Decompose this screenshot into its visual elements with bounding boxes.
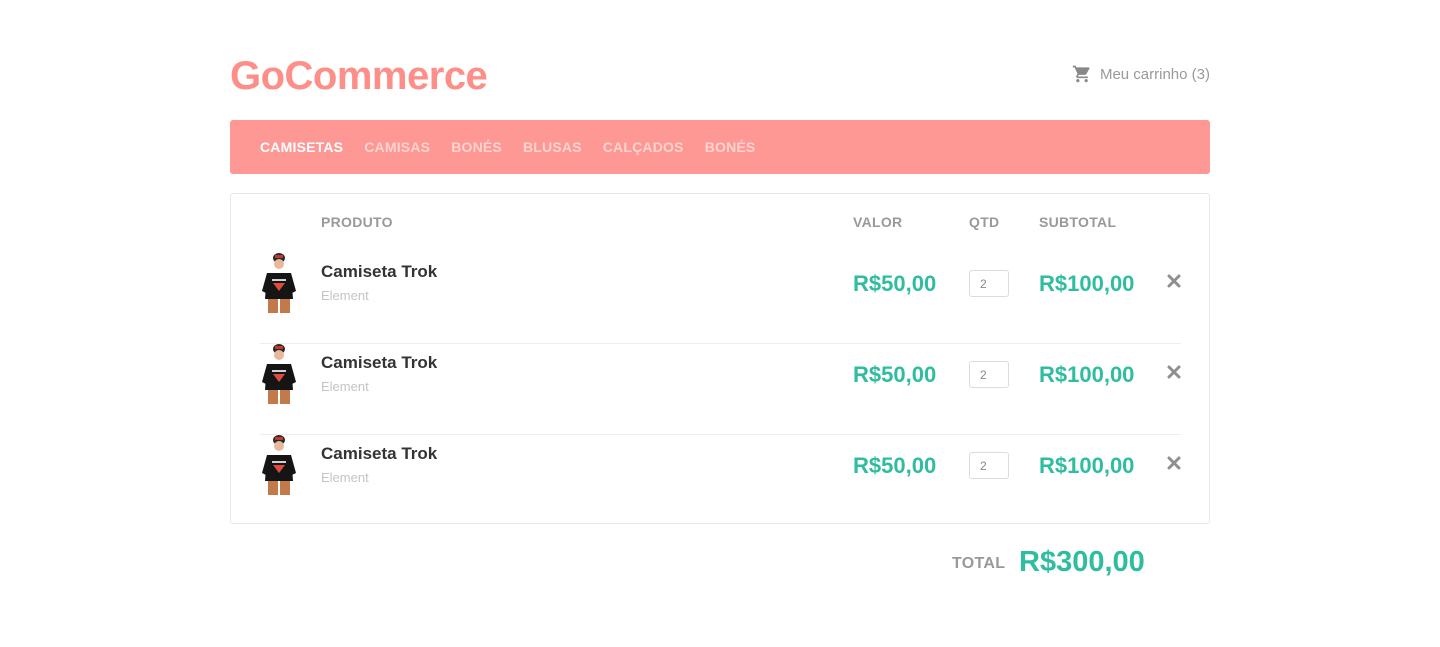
product-brand: Element bbox=[321, 379, 369, 394]
cart-label: Meu carrinho (3) bbox=[1099, 65, 1210, 83]
cart-link[interactable]: Meu carrinho (3) bbox=[1072, 64, 1210, 84]
product-image bbox=[262, 253, 296, 313]
category-nav: CAMISETAS CAMISAS BONÉS BLUSAS CALÇADOS … bbox=[230, 120, 1210, 174]
table-row: Camiseta Trok Element R$50,00 R$100,00 bbox=[260, 253, 1181, 344]
total-value: R$300,00 bbox=[1019, 546, 1145, 578]
header-qty: QTD bbox=[969, 214, 1000, 230]
nav-item-camisas[interactable]: CAMISAS bbox=[364, 139, 430, 155]
header-subtotal: SUBTOTAL bbox=[1039, 214, 1117, 230]
cart-table: PRODUTO VALOR QTD SUBTOTAL Camiseta Trok… bbox=[230, 193, 1210, 524]
total-label: TOTAL bbox=[952, 555, 1006, 572]
product-subtotal: R$100,00 bbox=[1039, 362, 1135, 387]
nav-item-bones-2[interactable]: BONÉS bbox=[705, 139, 756, 155]
product-price: R$50,00 bbox=[853, 271, 937, 296]
product-name[interactable]: Camiseta Trok bbox=[321, 444, 437, 464]
product-price: R$50,00 bbox=[853, 453, 937, 478]
remove-item-icon[interactable] bbox=[1166, 364, 1182, 380]
product-price: R$50,00 bbox=[853, 362, 937, 387]
product-brand: Element bbox=[321, 288, 369, 303]
remove-item-icon[interactable] bbox=[1166, 273, 1182, 289]
product-image bbox=[262, 344, 296, 404]
header-price: VALOR bbox=[853, 214, 903, 230]
product-brand: Element bbox=[321, 470, 369, 485]
table-row: Camiseta Trok Element R$50,00 R$100,00 bbox=[260, 344, 1181, 435]
nav-item-calcados[interactable]: CALÇADOS bbox=[603, 139, 684, 155]
product-image bbox=[262, 435, 296, 495]
table-row: Camiseta Trok Element R$50,00 R$100,00 bbox=[260, 435, 1181, 526]
header-product: PRODUTO bbox=[321, 214, 393, 230]
product-name[interactable]: Camiseta Trok bbox=[321, 262, 437, 282]
table-header: PRODUTO VALOR QTD SUBTOTAL bbox=[231, 214, 1209, 234]
remove-item-icon[interactable] bbox=[1166, 455, 1182, 471]
shopping-cart-icon bbox=[1072, 65, 1090, 83]
product-name[interactable]: Camiseta Trok bbox=[321, 353, 437, 373]
logo[interactable]: GoCommerce bbox=[230, 52, 488, 100]
quantity-input[interactable] bbox=[969, 361, 1009, 388]
nav-item-blusas[interactable]: BLUSAS bbox=[523, 139, 582, 155]
product-subtotal: R$100,00 bbox=[1039, 453, 1135, 478]
nav-item-camisetas[interactable]: CAMISETAS bbox=[260, 139, 343, 155]
nav-item-bones[interactable]: BONÉS bbox=[451, 139, 502, 155]
product-subtotal: R$100,00 bbox=[1039, 271, 1135, 296]
header: GoCommerce Meu carrinho (3) bbox=[230, 52, 1210, 100]
quantity-input[interactable] bbox=[969, 452, 1009, 479]
quantity-input[interactable] bbox=[969, 270, 1009, 297]
